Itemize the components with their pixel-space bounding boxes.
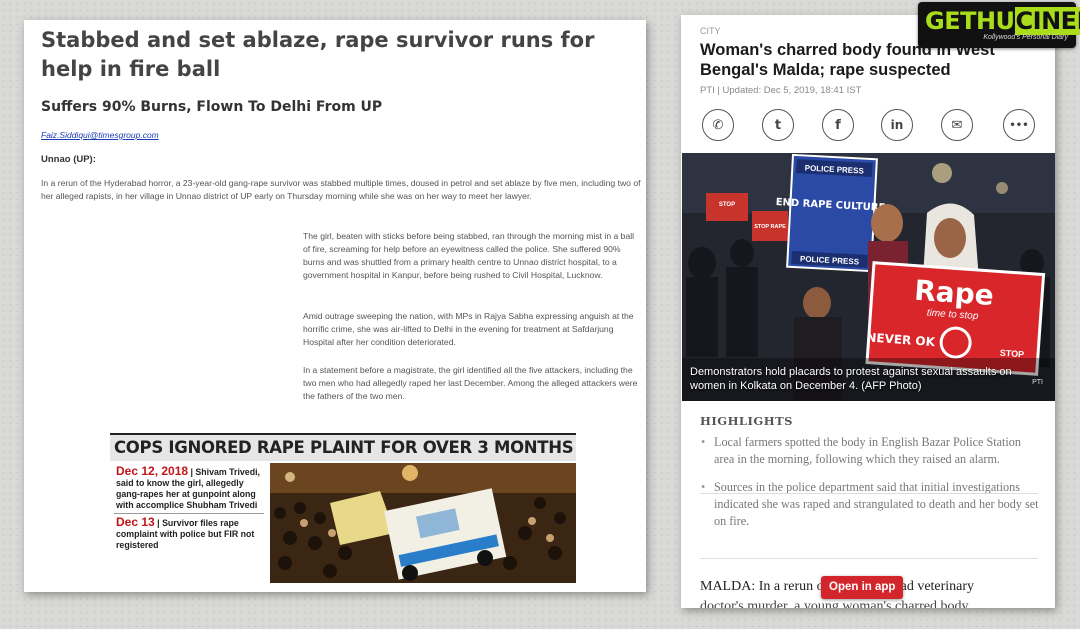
divider (700, 493, 1038, 494)
body-paragraph: In a statement before a magistrate, the … (303, 365, 638, 401)
placard: Rape time to stop NEVER OK STOP (865, 261, 1046, 376)
timeline-entry: Dec 13 | Survivor files rape complaint w… (110, 514, 268, 553)
dateline: Unnao (UP): (41, 154, 96, 165)
author-email-link[interactable]: Faiz.Siddiqui@timesgroup.com (41, 130, 159, 140)
linkedin-icon[interactable]: in (881, 109, 913, 141)
timeline: Dec 12, 2018 | Shivam Trivedi, said to k… (110, 463, 268, 583)
facebook-icon[interactable]: f (822, 109, 854, 141)
highlights-list: Local farmers spotted the body in Englis… (700, 434, 1040, 541)
twitter-icon[interactable]: t (762, 109, 794, 141)
article-meta: PTI | Updated: Dec 5, 2019, 18:41 IST (700, 85, 862, 96)
timeline-date: Dec 12, 2018 (116, 464, 189, 478)
section-label[interactable]: CITY (700, 26, 721, 36)
timeline-date: Dec 13 (116, 515, 155, 529)
photo-credit: PTI (1032, 379, 1043, 386)
logo-text: GETHU (925, 7, 1015, 35)
placard-text: STOP RAPE (754, 224, 786, 230)
gethucinema-logo: GETHUCINEMA Kollywood's Personal Diary (918, 2, 1080, 48)
inset-title: COPS IGNORED RAPE PLAINT FOR OVER 3 MONT… (110, 435, 576, 461)
timeline-entry: Dec 12, 2018 | Shivam Trivedi, said to k… (110, 463, 268, 513)
ambulance-crowd-photo (270, 463, 576, 583)
mobile-article: CITY Woman's charred body found in West … (681, 15, 1055, 608)
article-subheadline: Suffers 90% Burns, Flown To Delhi From U… (41, 99, 383, 115)
more-icon[interactable]: ••• (1003, 109, 1035, 141)
protest-photo: STOP STOP RAPE POLICE PRESS END RAPE CUL… (682, 153, 1055, 401)
infographic-inset: COPS IGNORED RAPE PLAINT FOR OVER 3 MONT… (110, 433, 576, 583)
placard-text: STOP (719, 202, 735, 208)
lead-paragraph: In a rerun of the Hyderabad horror, a 23… (41, 178, 641, 201)
share-bar: ✆ t f in ✉ ••• (700, 109, 1044, 145)
whatsapp-icon[interactable]: ✆ (702, 109, 734, 141)
protest-illustration: STOP STOP RAPE POLICE PRESS END RAPE CUL… (682, 153, 1055, 401)
logo-tagline: Kollywood's Personal Diary (983, 34, 1068, 41)
article-headline: Stabbed and set ablaze, rape survivor ru… (41, 28, 595, 81)
timeline-separator: | (154, 518, 163, 528)
open-in-app-button[interactable]: Open in app (821, 576, 904, 599)
logo-text: CINEMA (1014, 7, 1080, 35)
body-paragraph: Amid outrage sweeping the nation, with M… (303, 311, 634, 347)
placard-text: STOP (999, 348, 1024, 360)
highlights-heading: HIGHLIGHTS (700, 414, 793, 428)
placard-text: Rape (913, 274, 995, 312)
highlight-item: Sources in the police department said th… (700, 479, 1040, 530)
logo-wordmark: GETHUCINEMA (925, 7, 1080, 35)
divider (700, 558, 1038, 559)
newspaper-clipping: Stabbed and set ablaze, rape survivor ru… (24, 20, 646, 592)
highlight-item: Local farmers spotted the body in Englis… (700, 434, 1040, 468)
email-icon[interactable]: ✉ (941, 109, 973, 141)
crowd-illustration (270, 463, 576, 583)
photo-caption: Demonstrators hold placards to protest a… (690, 366, 1012, 392)
body-paragraph: The girl, beaten with sticks before bein… (303, 231, 635, 280)
